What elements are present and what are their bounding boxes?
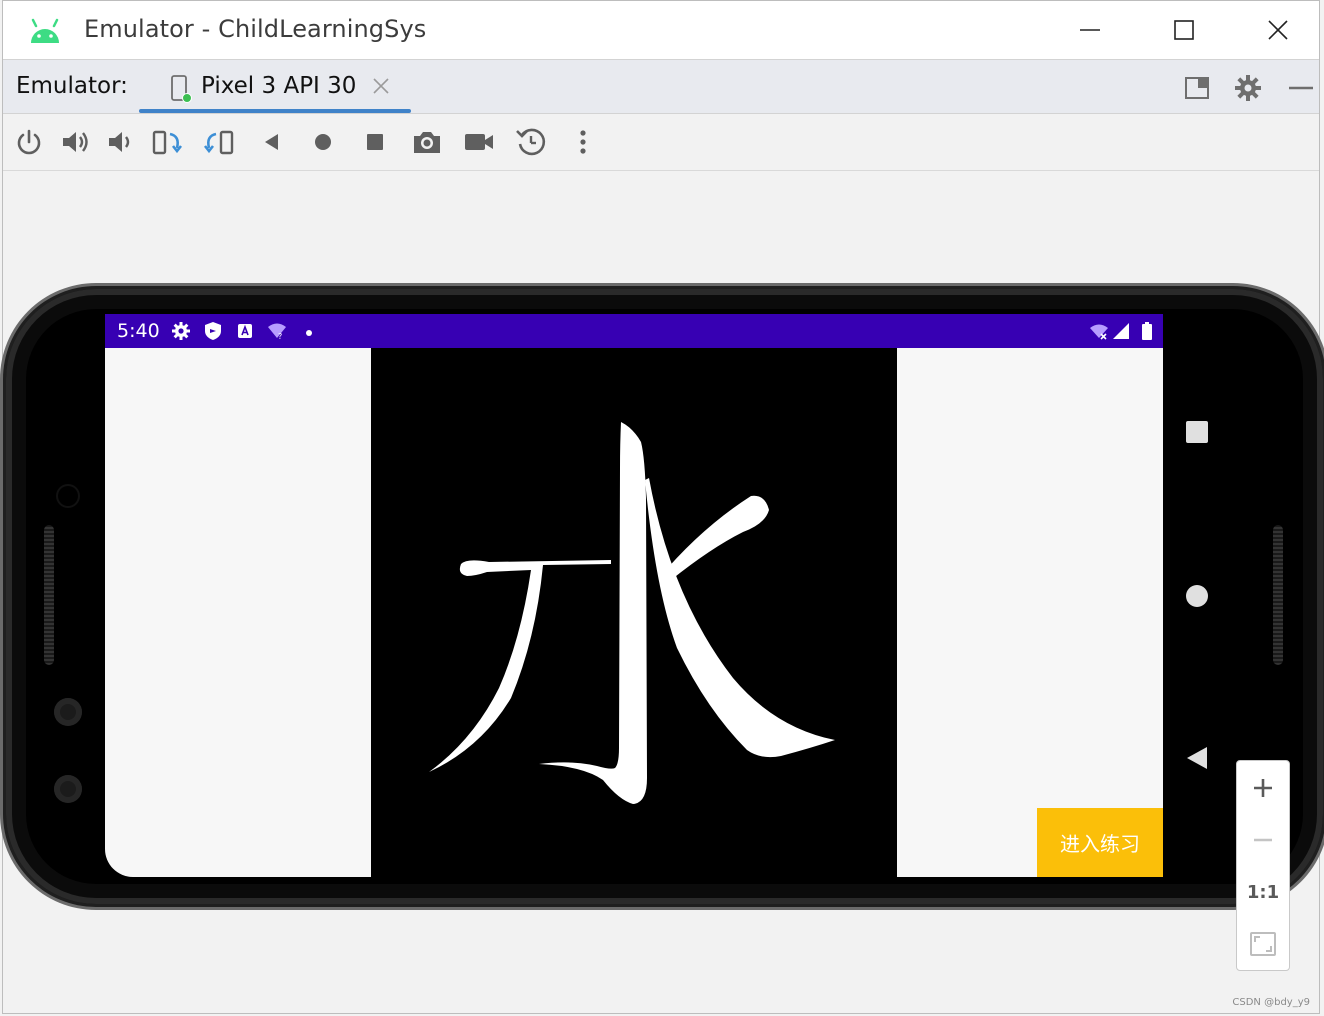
window-title: Emulator - ChildLearningSys bbox=[84, 15, 427, 43]
rotate-right-icon[interactable] bbox=[203, 126, 235, 158]
settings-status-icon bbox=[172, 322, 190, 340]
tab-label: Pixel 3 API 30 bbox=[201, 73, 357, 99]
character-glyph bbox=[429, 422, 835, 804]
more-icon[interactable] bbox=[567, 126, 599, 158]
left-speaker bbox=[44, 525, 54, 665]
close-window-button[interactable] bbox=[1263, 15, 1293, 45]
zoom-in-button[interactable] bbox=[1237, 763, 1289, 813]
zoom-one-to-one-button[interactable]: 1:1 bbox=[1237, 867, 1289, 917]
sensor-icon bbox=[54, 775, 82, 803]
status-bar: 5:40 ? bbox=[105, 314, 1163, 348]
volume-down-icon[interactable] bbox=[103, 126, 135, 158]
sensor-icon bbox=[54, 698, 82, 726]
character-display bbox=[371, 348, 897, 877]
minus-icon bbox=[1254, 838, 1272, 842]
signal-icon bbox=[1113, 323, 1129, 339]
power-icon[interactable] bbox=[13, 126, 45, 158]
overview-icon[interactable] bbox=[359, 126, 391, 158]
tab-bar: Emulator: Pixel 3 API 30 bbox=[3, 59, 1319, 114]
enter-practice-button[interactable]: 进入练习 bbox=[1037, 808, 1163, 877]
volume-up-icon[interactable] bbox=[59, 126, 91, 158]
right-speaker bbox=[1273, 525, 1283, 665]
rotate-left-icon[interactable] bbox=[151, 126, 183, 158]
title-bar: Emulator - ChildLearningSys bbox=[3, 1, 1319, 59]
emulator-toolbar bbox=[3, 114, 1319, 171]
shield-status-icon bbox=[205, 322, 221, 340]
android-logo-icon bbox=[31, 18, 59, 43]
home-icon[interactable] bbox=[307, 126, 339, 158]
navigation-bar bbox=[1163, 314, 1231, 877]
a-status-icon bbox=[238, 324, 252, 338]
gear-icon[interactable] bbox=[1234, 74, 1262, 102]
screen-record-icon[interactable] bbox=[463, 126, 495, 158]
close-tab-icon[interactable] bbox=[371, 76, 391, 96]
home-nav-icon[interactable] bbox=[1185, 584, 1209, 608]
screenshot-icon[interactable] bbox=[411, 126, 443, 158]
recents-nav-icon[interactable] bbox=[1185, 420, 1209, 444]
front-camera-icon bbox=[58, 486, 78, 506]
watermark: CSDN @bdy_y9 bbox=[1232, 997, 1310, 1008]
snapshot-icon[interactable] bbox=[515, 126, 547, 158]
back-nav-icon[interactable] bbox=[1185, 746, 1209, 770]
plus-icon bbox=[1254, 779, 1272, 797]
zoom-out-button[interactable] bbox=[1237, 815, 1289, 865]
zoom-fit-button[interactable] bbox=[1237, 919, 1289, 969]
emulator-label: Emulator: bbox=[16, 73, 128, 99]
minimize-window-button[interactable] bbox=[1075, 15, 1105, 45]
status-time: 5:40 bbox=[117, 320, 160, 342]
hide-panel-icon[interactable] bbox=[1287, 74, 1315, 102]
window-mode-icon[interactable] bbox=[1183, 74, 1211, 102]
maximize-window-button[interactable] bbox=[1169, 15, 1199, 45]
svg-text:?: ? bbox=[278, 332, 282, 341]
phone-screen: 5:40 ? 进入练习 bbox=[105, 314, 1163, 877]
fit-screen-icon bbox=[1250, 932, 1276, 956]
back-icon[interactable] bbox=[255, 126, 287, 158]
notification-dot-icon bbox=[306, 330, 312, 336]
wifi-off-icon bbox=[1090, 324, 1108, 340]
device-icon bbox=[171, 75, 192, 103]
active-tab-indicator bbox=[139, 109, 411, 113]
wifi-question-icon: ? bbox=[268, 323, 286, 341]
tab-pixel-3-api-30[interactable]: Pixel 3 API 30 bbox=[139, 60, 411, 113]
battery-icon bbox=[1142, 322, 1152, 340]
zoom-controls: 1:1 bbox=[1236, 760, 1290, 971]
